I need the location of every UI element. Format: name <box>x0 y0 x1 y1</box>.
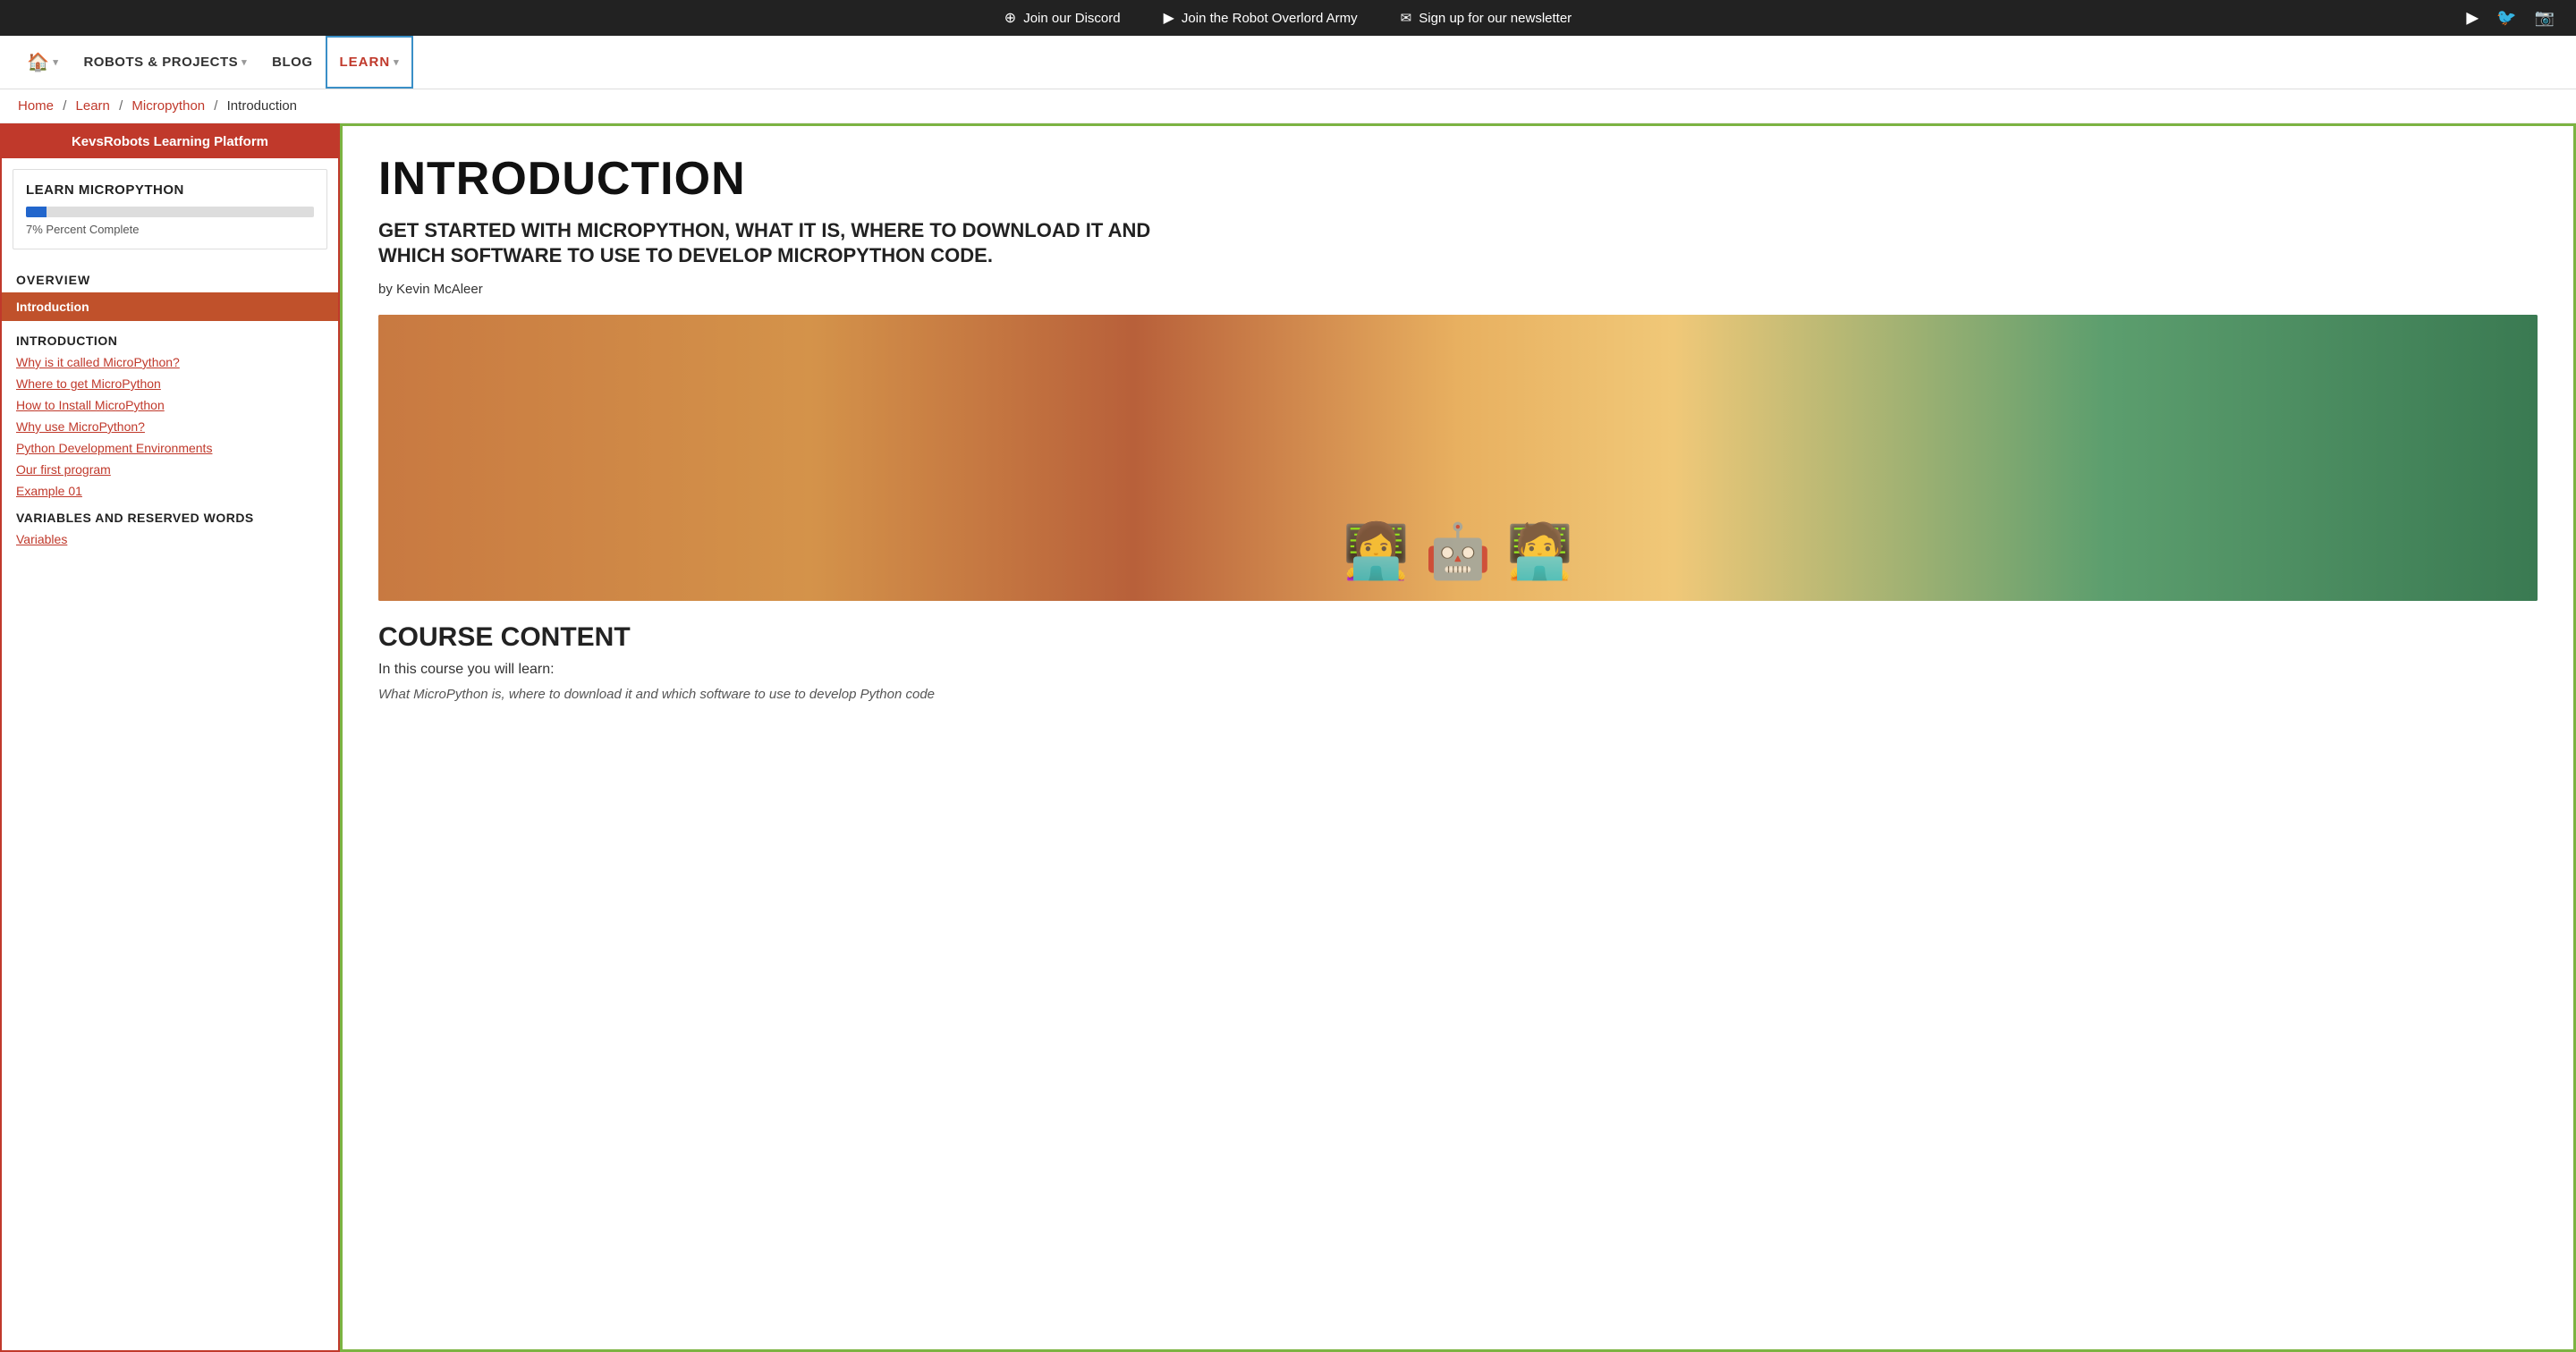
sidebar: KevsRobots Learning Platform LEARN MICRO… <box>0 123 340 1352</box>
course-content-header: COURSE CONTENT <box>378 622 2538 653</box>
hero-image <box>378 315 2538 601</box>
nav-blog[interactable]: BLOG <box>259 36 325 89</box>
nav-bar: 🏠 ▾ ROBOTS & PROJECTS ▾ BLOG LEARN ▾ <box>0 36 2576 89</box>
instagram-icon[interactable]: 📷 <box>2535 9 2555 28</box>
newsletter-link[interactable]: ✉ Sign up for our newsletter <box>1401 10 1572 26</box>
sidebar-link-example01[interactable]: Example 01 <box>2 480 338 502</box>
newsletter-icon: ✉ <box>1401 10 1412 26</box>
sidebar-link-why-use[interactable]: Why use MicroPython? <box>2 416 338 437</box>
sidebar-link-first-program[interactable]: Our first program <box>2 459 338 480</box>
social-icons: ▶ 🐦 📷 <box>2466 9 2555 28</box>
breadcrumb-current: Introduction <box>227 98 297 114</box>
course-title: LEARN MICROPYTHON <box>26 182 314 198</box>
course-content-intro: In this course you will learn: <box>378 662 2538 678</box>
active-sidebar-item[interactable]: Introduction <box>2 292 338 321</box>
nav-blog-label: BLOG <box>272 55 312 70</box>
image-scene <box>378 315 2538 601</box>
home-arrow: ▾ <box>53 56 58 68</box>
discord-icon: ⊕ <box>1004 9 1016 27</box>
content-title: INTRODUCTION <box>378 155 2538 204</box>
youtube-link[interactable]: ▶ Join the Robot Overlord Army <box>1164 9 1358 27</box>
overview-header: OVERVIEW <box>2 260 338 292</box>
sidebar-link-variables[interactable]: Variables <box>2 528 338 550</box>
intro-section-header: INTRODUCTION <box>2 325 338 351</box>
youtube-icon: ▶ <box>1164 9 1174 27</box>
home-icon: 🏠 <box>27 51 49 73</box>
discord-label: Join our Discord <box>1023 11 1120 26</box>
breadcrumb: Home / Learn / Micropython / Introductio… <box>0 89 2576 123</box>
discord-link[interactable]: ⊕ Join our Discord <box>1004 9 1121 27</box>
youtube-label: Join the Robot Overlord Army <box>1182 11 1358 26</box>
newsletter-label: Sign up for our newsletter <box>1419 11 1572 26</box>
content-subtitle: GET STARTED WITH MICROPYTHON, WHAT IT IS… <box>378 218 1183 269</box>
main-layout: KevsRobots Learning Platform LEARN MICRO… <box>0 123 2576 1352</box>
breadcrumb-home[interactable]: Home <box>18 98 54 114</box>
sidebar-link-why-micropython[interactable]: Why is it called MicroPython? <box>2 351 338 373</box>
sidebar-link-how-to-install[interactable]: How to Install MicroPython <box>2 394 338 416</box>
nav-home[interactable]: 🏠 ▾ <box>14 36 71 89</box>
platform-header: KevsRobots Learning Platform <box>2 125 338 158</box>
progress-bar-fill <box>26 207 47 217</box>
progress-bar-container <box>26 207 314 217</box>
content-inner: INTRODUCTION GET STARTED WITH MICROPYTHO… <box>343 126 2573 732</box>
twitter-icon[interactable]: 🐦 <box>2496 9 2516 28</box>
content-area: INTRODUCTION GET STARTED WITH MICROPYTHO… <box>340 123 2576 1352</box>
nav-learn-label: LEARN <box>340 55 391 70</box>
course-progress-box: LEARN MICROPYTHON 7% Percent Complete <box>13 169 327 249</box>
variables-section-header: VARIABLES AND RESERVED WORDS <box>2 502 338 528</box>
nav-robots-label: ROBOTS & PROJECTS <box>83 55 238 70</box>
robots-arrow: ▾ <box>242 56 247 68</box>
course-content-item: What MicroPython is, where to download i… <box>378 685 2538 704</box>
learn-arrow: ▾ <box>394 56 399 68</box>
nav-robots[interactable]: ROBOTS & PROJECTS ▾ <box>71 36 259 89</box>
breadcrumb-learn[interactable]: Learn <box>76 98 110 114</box>
content-author: by Kevin McAleer <box>378 282 2538 297</box>
breadcrumb-section[interactable]: Micropython <box>131 98 205 114</box>
nav-learn[interactable]: LEARN ▾ <box>326 36 414 89</box>
top-bar: ⊕ Join our Discord ▶ Join the Robot Over… <box>0 0 2576 36</box>
sidebar-link-dev-env[interactable]: Python Development Environments <box>2 437 338 459</box>
progress-text: 7% Percent Complete <box>26 223 314 236</box>
sidebar-link-where-to-get[interactable]: Where to get MicroPython <box>2 373 338 394</box>
youtube-social-icon[interactable]: ▶ <box>2466 9 2479 28</box>
